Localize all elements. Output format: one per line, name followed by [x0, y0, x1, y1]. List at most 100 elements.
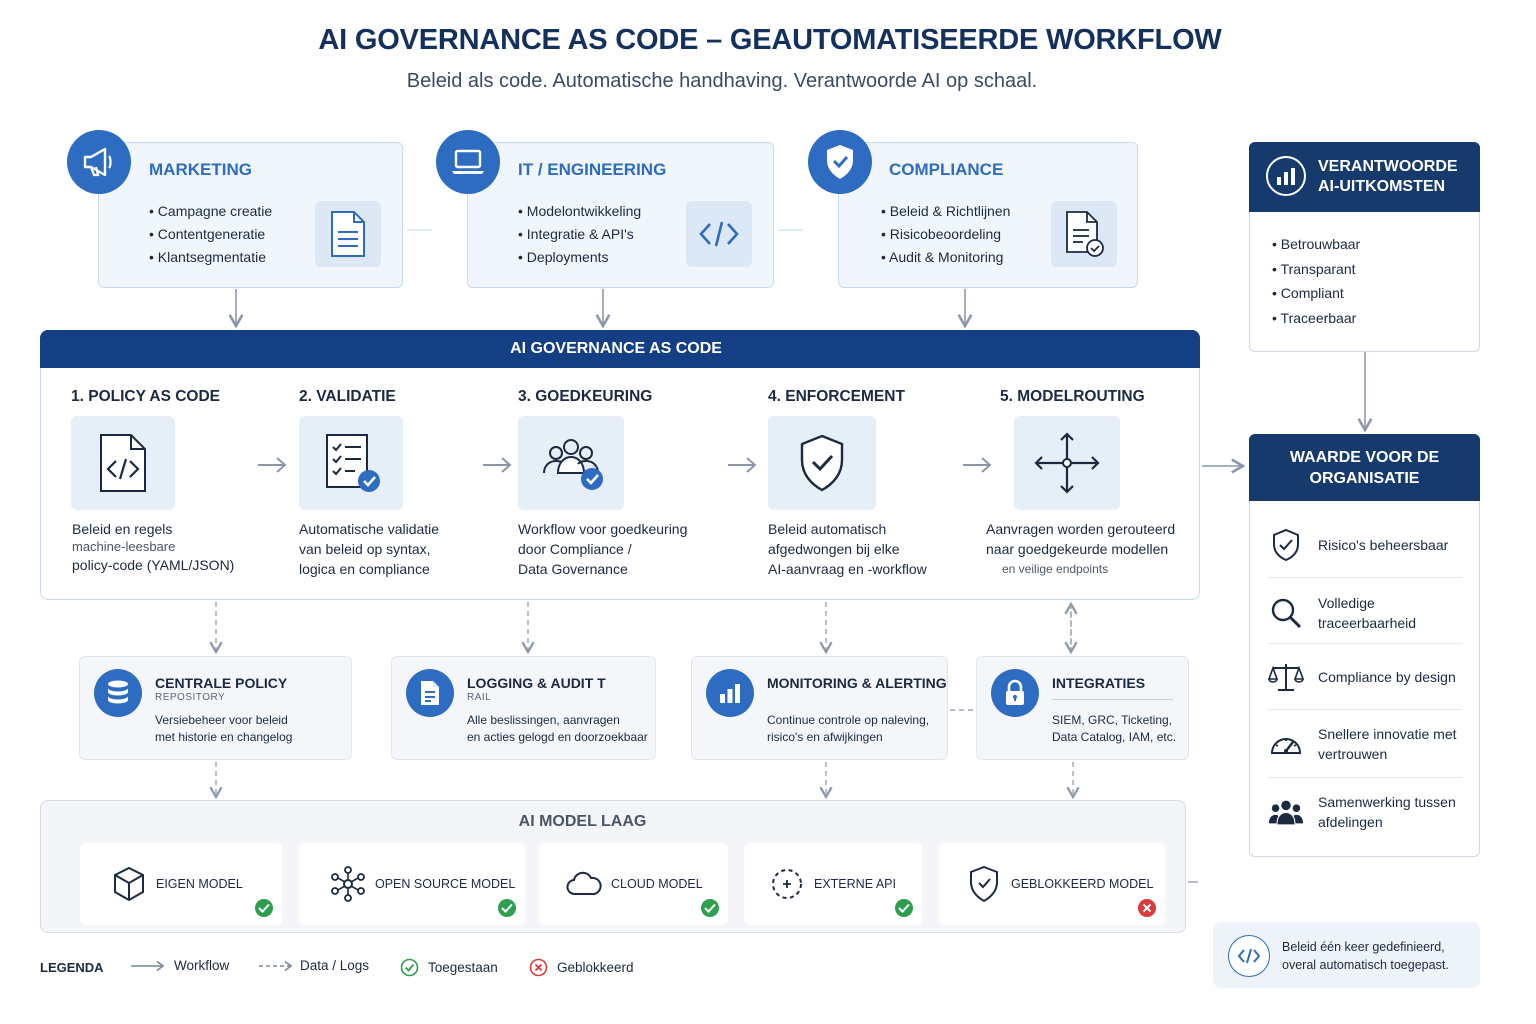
service-description: SIEM, GRC, Ticketing, Data Catalog, IAM,… — [1052, 713, 1177, 744]
legend-item-geblokkeerd: Geblokkeerd — [529, 958, 634, 977]
x-circle-icon — [1138, 899, 1156, 917]
shield-enforce-icon — [768, 416, 876, 510]
note-text: Beleid één keer gedefinieerd, overal aut… — [1282, 940, 1449, 972]
legend-title: LEGENDA — [40, 960, 104, 975]
value-item-risico: Risico's beheersbaar — [1268, 527, 1462, 563]
step-title-goedkeuring: 3. GOEDKEURING — [518, 388, 653, 405]
shield-check-icon — [808, 130, 872, 194]
code-file-icon — [71, 416, 175, 510]
database-icon — [94, 669, 142, 717]
value-item-samenwerking: Samenwerking tussen afdelingen — [1268, 792, 1462, 832]
value-item-compliance: Compliance by design — [1268, 659, 1462, 695]
routing-icon — [1014, 416, 1120, 510]
list-item: Transparant — [1272, 261, 1360, 286]
scales-icon — [1268, 659, 1304, 695]
list-item: Compliant — [1272, 285, 1360, 310]
arrow-right-icon — [728, 457, 757, 473]
arrow-right-icon — [258, 457, 287, 473]
step-description: Beleid en regels machine-leesbare policy… — [72, 521, 235, 573]
network-icon — [329, 865, 367, 903]
list-item: Klantsegmentatie — [149, 249, 272, 272]
list-item: Beleid & Richtlijnen — [881, 203, 1011, 226]
service-title: CENTRALE POLICY — [155, 675, 288, 691]
outcomes-title: VERANTWOORDE AI-UITKOMSTEN — [1318, 158, 1458, 195]
legend-item-data-logs: Data / Logs — [258, 958, 369, 973]
step-description: Beleid automatisch afgedwongen bij elke … — [768, 521, 927, 577]
check-circle-icon — [255, 899, 273, 917]
cloud-icon — [565, 865, 603, 903]
list-item: Contentgeneratie — [149, 226, 272, 249]
divider — [1052, 699, 1173, 700]
model-card-geblokkeerd: GEBLOKKEERD MODEL — [939, 843, 1165, 925]
people-icon — [1268, 794, 1304, 830]
model-card-open-source: OPEN SOURCE MODEL — [299, 843, 525, 925]
page-title: AI GOVERNANCE AS CODE – GEAUTOMATISEERDE… — [318, 24, 1222, 56]
laptop-icon — [436, 130, 500, 194]
service-description: Alle beslissingen, aanvragen en acties g… — [467, 713, 648, 744]
team-approval-icon — [518, 416, 624, 510]
legend-item-toegestaan: Toegestaan — [400, 958, 498, 977]
gauge-icon — [1268, 726, 1304, 762]
list-item: Modelontwikkeling — [518, 203, 641, 226]
legend-item-workflow: Workflow — [130, 958, 229, 973]
shield-check-icon — [1268, 527, 1304, 563]
divider — [1268, 709, 1462, 710]
department-title: COMPLIANCE — [889, 160, 1004, 179]
model-card-externe-api: EXTERNE API — [744, 843, 922, 925]
page-subtitle: Beleid als code. Automatische handhaving… — [406, 70, 1038, 92]
model-label: EXTERNE API — [814, 877, 896, 891]
department-card-it-engineering: IT / ENGINEERING Modelontwikkeling Integ… — [467, 142, 774, 288]
outcomes-list: Betrouwbaar Transparant Compliant Tracee… — [1272, 236, 1361, 335]
list-item: Betrouwbaar — [1272, 236, 1360, 261]
x-circle-icon — [529, 958, 548, 977]
model-card-cloud: CLOUD MODEL — [539, 843, 728, 925]
model-layer-title: AI MODEL LAAG — [518, 813, 647, 830]
list-item: Audit & Monitoring — [881, 249, 1010, 272]
check-circle-icon — [400, 958, 419, 977]
department-title: MARKETING — [149, 160, 252, 179]
divider — [1268, 777, 1462, 778]
model-label: CLOUD MODEL — [611, 877, 703, 891]
step-title-enforcement: 4. ENFORCEMENT — [768, 388, 905, 405]
service-card-policy-repository: CENTRALE POLICY REPOSITORY Versiebeheer … — [79, 656, 352, 760]
department-list: Campagne creatie Contentgeneratie Klants… — [149, 203, 272, 272]
lock-icon — [991, 669, 1039, 717]
department-list: Modelontwikkeling Integratie & API's Dep… — [518, 203, 641, 272]
step-description: Aanvragen worden gerouteerd naar goedgek… — [986, 521, 1176, 576]
list-item: Traceerbaar — [1272, 310, 1360, 335]
log-file-icon — [406, 669, 454, 717]
list-item: Campagne creatie — [149, 203, 272, 226]
checklist-icon — [299, 416, 403, 510]
service-title: INTEGRATIES — [1052, 675, 1146, 691]
department-card-marketing: MARKETING Campagne creatie Contentgenera… — [98, 142, 403, 288]
service-card-logging-audit: LOGGING & AUDIT T RAIL Alle beslissingen… — [391, 656, 656, 760]
model-label: EIGEN MODEL — [156, 877, 243, 891]
cube-icon — [110, 865, 148, 903]
service-description: Versiebeheer voor beleid met historie en… — [155, 713, 293, 744]
check-circle-icon — [498, 899, 516, 917]
magnifier-icon — [1268, 595, 1304, 631]
service-subtitle: RAIL — [467, 692, 492, 703]
step-title-validatie: 2. VALIDATIE — [299, 388, 396, 405]
code-icon — [686, 201, 752, 267]
service-title: LOGGING & AUDIT T — [467, 675, 606, 691]
bar-chart-icon — [706, 669, 754, 717]
service-card-monitoring: MONITORING & ALERTING Continue controle … — [691, 656, 948, 760]
service-description: Continue controle op naleving, risico's … — [767, 713, 930, 744]
department-card-compliance: COMPLIANCE Beleid & Richtlijnen Risicobe… — [838, 142, 1138, 288]
service-subtitle: REPOSITORY — [155, 692, 226, 703]
document-check-icon — [1051, 201, 1117, 267]
value-header: WAARDE VOOR DE ORGANISATIE — [1249, 434, 1480, 501]
model-label: GEBLOKKEERD MODEL — [1011, 877, 1154, 891]
step-title-policy-as-code: 1. POLICY AS CODE — [71, 388, 221, 405]
divider — [1268, 577, 1462, 578]
governance-header: AI GOVERNANCE AS CODE — [40, 330, 1200, 368]
department-title: IT / ENGINEERING — [518, 160, 667, 179]
check-circle-icon — [895, 899, 913, 917]
code-icon — [1228, 935, 1270, 977]
service-card-integraties: INTEGRATIES SIEM, GRC, Ticketing, Data C… — [976, 656, 1189, 760]
model-label: OPEN SOURCE MODEL — [375, 877, 516, 891]
department-list: Beleid & Richtlijnen Risicobeoordeling A… — [881, 203, 1010, 272]
model-card-eigen: EIGEN MODEL — [80, 843, 282, 925]
solid-arrow-icon — [131, 960, 165, 971]
